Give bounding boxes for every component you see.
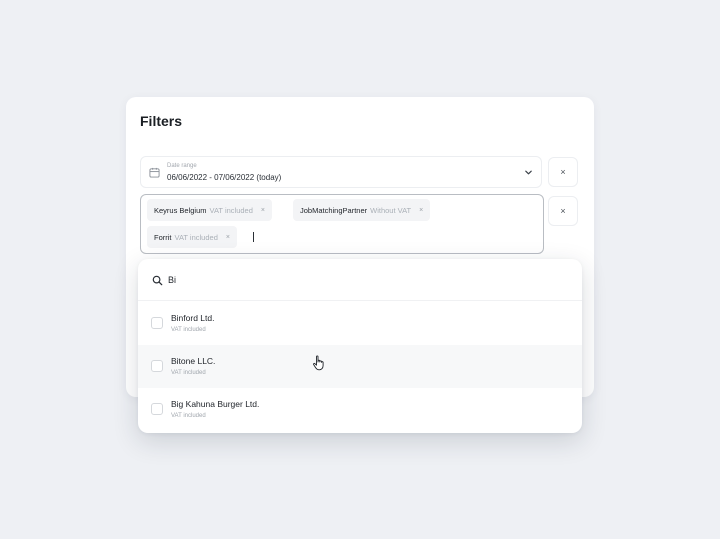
date-range-label: Date range xyxy=(167,163,197,169)
remove-tag-icon[interactable]: × xyxy=(261,207,265,214)
tag-chip: Forrit VAT included × xyxy=(147,226,237,248)
tag-vat: Without VAT xyxy=(370,205,412,215)
search-input[interactable] xyxy=(168,272,368,288)
option-binford[interactable]: Binford Ltd. VAT included xyxy=(138,302,582,345)
panel-title: Filters xyxy=(140,113,183,129)
option-vat: VAT included xyxy=(171,327,206,333)
company-tags-input[interactable]: Keyrus Belgium VAT included × JobMatchin… xyxy=(140,194,544,254)
search-row xyxy=(138,259,582,301)
clear-date-button[interactable]: × xyxy=(548,157,578,187)
clear-tags-button[interactable]: × xyxy=(548,196,578,226)
option-bitone[interactable]: Bitone LLC. VAT included xyxy=(138,345,582,388)
tag-vat: VAT included xyxy=(174,232,218,242)
tag-chip: JobMatchingPartner Without VAT × xyxy=(293,199,431,221)
option-big-kahuna[interactable]: Big Kahuna Burger Ltd. VAT included xyxy=(138,388,582,431)
text-caret xyxy=(253,232,254,242)
option-name: Bitone LLC. xyxy=(171,356,216,366)
tag-name: JobMatchingPartner xyxy=(300,205,368,215)
tag-chip: Keyrus Belgium VAT included × xyxy=(147,199,272,221)
company-search-dropdown: Binford Ltd. VAT included Bitone LLC. VA… xyxy=(138,259,582,433)
option-name: Binford Ltd. xyxy=(171,313,215,323)
calendar-icon xyxy=(149,167,160,178)
option-vat: VAT included xyxy=(171,413,206,419)
option-vat: VAT included xyxy=(171,370,206,376)
option-checkbox[interactable] xyxy=(151,317,163,329)
chevron-down-icon[interactable] xyxy=(524,168,533,177)
date-range-select[interactable]: Date range 06/06/2022 - 07/06/2022 (toda… xyxy=(140,156,542,188)
option-checkbox[interactable] xyxy=(151,403,163,415)
remove-tag-icon[interactable]: × xyxy=(419,207,423,214)
date-range-value: 06/06/2022 - 07/06/2022 (today) xyxy=(167,173,282,182)
close-icon: × xyxy=(560,206,566,216)
close-icon: × xyxy=(560,167,566,177)
remove-tag-icon[interactable]: × xyxy=(226,234,230,241)
search-icon xyxy=(152,275,163,286)
tag-name: Keyrus Belgium xyxy=(154,205,207,215)
hand-cursor-icon xyxy=(313,355,324,371)
tag-vat: VAT included xyxy=(209,205,253,215)
option-checkbox[interactable] xyxy=(151,360,163,372)
option-name: Big Kahuna Burger Ltd. xyxy=(171,399,260,409)
tag-name: Forrit xyxy=(154,232,172,242)
